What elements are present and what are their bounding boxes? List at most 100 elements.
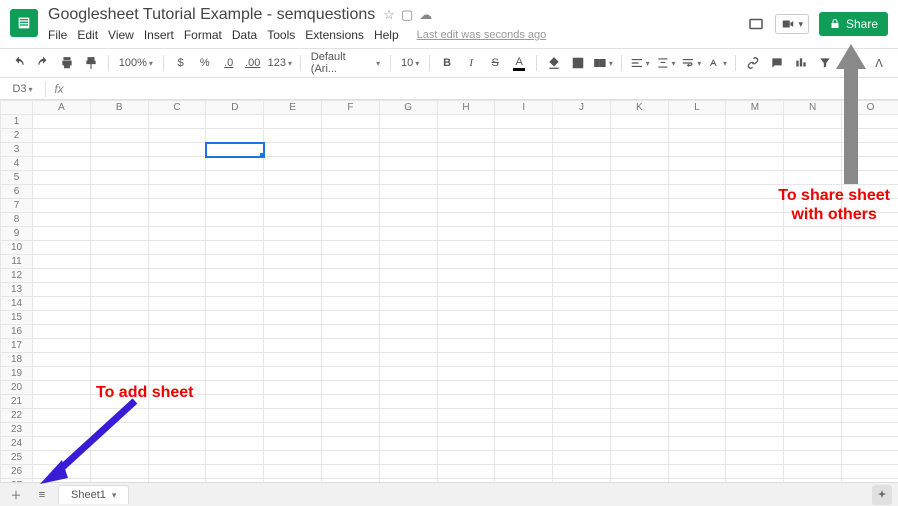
cell[interactable] xyxy=(784,409,842,423)
cell[interactable] xyxy=(264,255,322,269)
cell[interactable] xyxy=(668,143,726,157)
cell[interactable] xyxy=(726,171,784,185)
cell[interactable] xyxy=(264,213,322,227)
cell[interactable] xyxy=(264,395,322,409)
cell[interactable] xyxy=(842,283,898,297)
cell[interactable] xyxy=(206,353,264,367)
cell[interactable] xyxy=(726,213,784,227)
cell[interactable] xyxy=(668,437,726,451)
cell[interactable] xyxy=(379,213,437,227)
cell[interactable] xyxy=(379,409,437,423)
cell[interactable] xyxy=(322,241,380,255)
cell[interactable] xyxy=(264,241,322,255)
menu-data[interactable]: Data xyxy=(232,28,257,42)
cell[interactable] xyxy=(842,367,898,381)
cell[interactable] xyxy=(379,339,437,353)
cell[interactable] xyxy=(264,171,322,185)
cell[interactable] xyxy=(206,409,264,423)
cell[interactable] xyxy=(610,465,668,479)
cell[interactable] xyxy=(668,367,726,381)
cell[interactable] xyxy=(206,171,264,185)
cell[interactable] xyxy=(264,451,322,465)
cell[interactable] xyxy=(668,381,726,395)
cell[interactable] xyxy=(264,185,322,199)
name-box[interactable]: D3 xyxy=(0,81,46,97)
cell[interactable] xyxy=(379,297,437,311)
cell[interactable] xyxy=(437,199,495,213)
cell[interactable] xyxy=(437,381,495,395)
cell[interactable] xyxy=(553,395,611,409)
cell[interactable] xyxy=(33,227,91,241)
increase-decimal-button[interactable]: .00 xyxy=(244,53,262,73)
add-sheet-button[interactable]: ＋ xyxy=(6,485,26,505)
col-header[interactable]: J xyxy=(553,101,611,115)
cell[interactable] xyxy=(610,171,668,185)
cell[interactable] xyxy=(322,185,380,199)
cell[interactable] xyxy=(610,269,668,283)
decrease-decimal-button[interactable]: .0 xyxy=(220,53,238,73)
cell[interactable] xyxy=(148,283,206,297)
cell[interactable] xyxy=(784,451,842,465)
cell[interactable] xyxy=(495,171,553,185)
cell[interactable] xyxy=(379,157,437,171)
row-header[interactable]: 1 xyxy=(1,115,33,129)
cell[interactable] xyxy=(495,409,553,423)
cell[interactable] xyxy=(148,409,206,423)
cell[interactable] xyxy=(553,451,611,465)
cell[interactable] xyxy=(322,451,380,465)
cell[interactable] xyxy=(784,283,842,297)
cell[interactable] xyxy=(726,325,784,339)
cell[interactable] xyxy=(495,213,553,227)
cell[interactable] xyxy=(784,171,842,185)
col-header[interactable]: D xyxy=(206,101,264,115)
cell[interactable] xyxy=(322,129,380,143)
cell[interactable] xyxy=(668,199,726,213)
cell[interactable] xyxy=(495,367,553,381)
cell[interactable] xyxy=(784,465,842,479)
doc-title[interactable]: Googlesheet Tutorial Example - semquesti… xyxy=(48,6,375,24)
cell[interactable] xyxy=(495,269,553,283)
sheets-logo[interactable] xyxy=(10,9,38,37)
cell[interactable] xyxy=(495,115,553,129)
cell[interactable] xyxy=(784,115,842,129)
row-header[interactable]: 9 xyxy=(1,227,33,241)
cell[interactable] xyxy=(553,311,611,325)
cell[interactable] xyxy=(610,199,668,213)
cell[interactable] xyxy=(322,213,380,227)
row-header[interactable]: 2 xyxy=(1,129,33,143)
merge-cells-button[interactable] xyxy=(593,53,613,73)
cell[interactable] xyxy=(379,367,437,381)
insert-chart-button[interactable] xyxy=(792,53,810,73)
cell[interactable] xyxy=(379,437,437,451)
row-header[interactable]: 5 xyxy=(1,171,33,185)
cell[interactable] xyxy=(668,255,726,269)
row-header[interactable]: 6 xyxy=(1,185,33,199)
cell[interactable] xyxy=(90,199,148,213)
cell[interactable] xyxy=(553,199,611,213)
cell[interactable] xyxy=(495,395,553,409)
cell[interactable] xyxy=(610,395,668,409)
row-header[interactable]: 22 xyxy=(1,409,33,423)
menu-extensions[interactable]: Extensions xyxy=(305,28,364,42)
menu-format[interactable]: Format xyxy=(184,28,222,42)
cell[interactable] xyxy=(379,465,437,479)
last-edit-link[interactable]: Last edit was seconds ago xyxy=(417,29,547,41)
row-header[interactable]: 8 xyxy=(1,213,33,227)
cell[interactable] xyxy=(322,339,380,353)
cell[interactable] xyxy=(379,115,437,129)
cell[interactable] xyxy=(668,325,726,339)
cell[interactable] xyxy=(726,129,784,143)
cell[interactable] xyxy=(726,451,784,465)
menu-tools[interactable]: Tools xyxy=(267,28,295,42)
cell[interactable] xyxy=(379,199,437,213)
cell[interactable] xyxy=(784,311,842,325)
cell[interactable] xyxy=(610,311,668,325)
cell[interactable] xyxy=(495,465,553,479)
cell[interactable] xyxy=(90,227,148,241)
cell[interactable] xyxy=(668,423,726,437)
cell[interactable] xyxy=(206,395,264,409)
cell[interactable] xyxy=(437,311,495,325)
cell[interactable] xyxy=(610,213,668,227)
italic-button[interactable]: I xyxy=(462,53,480,73)
cell[interactable] xyxy=(842,409,898,423)
